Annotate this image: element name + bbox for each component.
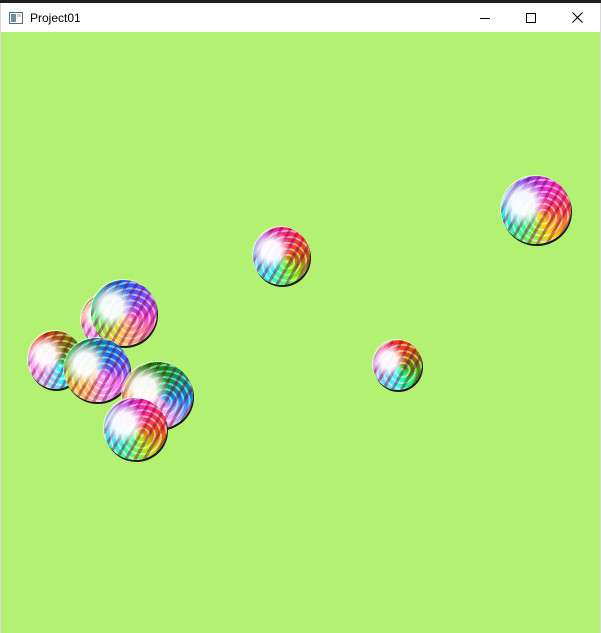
minimize-button[interactable] [462, 3, 508, 32]
rainbow-ball [373, 340, 422, 390]
maximize-button[interactable] [508, 3, 554, 32]
rainbow-ball [64, 338, 130, 402]
app-window-icon [9, 11, 23, 24]
close-icon [571, 12, 583, 23]
rainbow-ball [501, 176, 571, 244]
app-window: Project01 [0, 3, 601, 633]
window-title: Project01 [30, 10, 81, 25]
close-button[interactable] [554, 3, 600, 32]
maximize-icon [526, 12, 536, 23]
rainbow-ball [104, 398, 167, 460]
rainbow-ball [91, 280, 157, 346]
render-canvas[interactable] [1, 32, 600, 633]
rainbow-ball [253, 227, 310, 285]
minimize-icon [480, 17, 490, 19]
title-bar[interactable]: Project01 [1, 3, 600, 32]
